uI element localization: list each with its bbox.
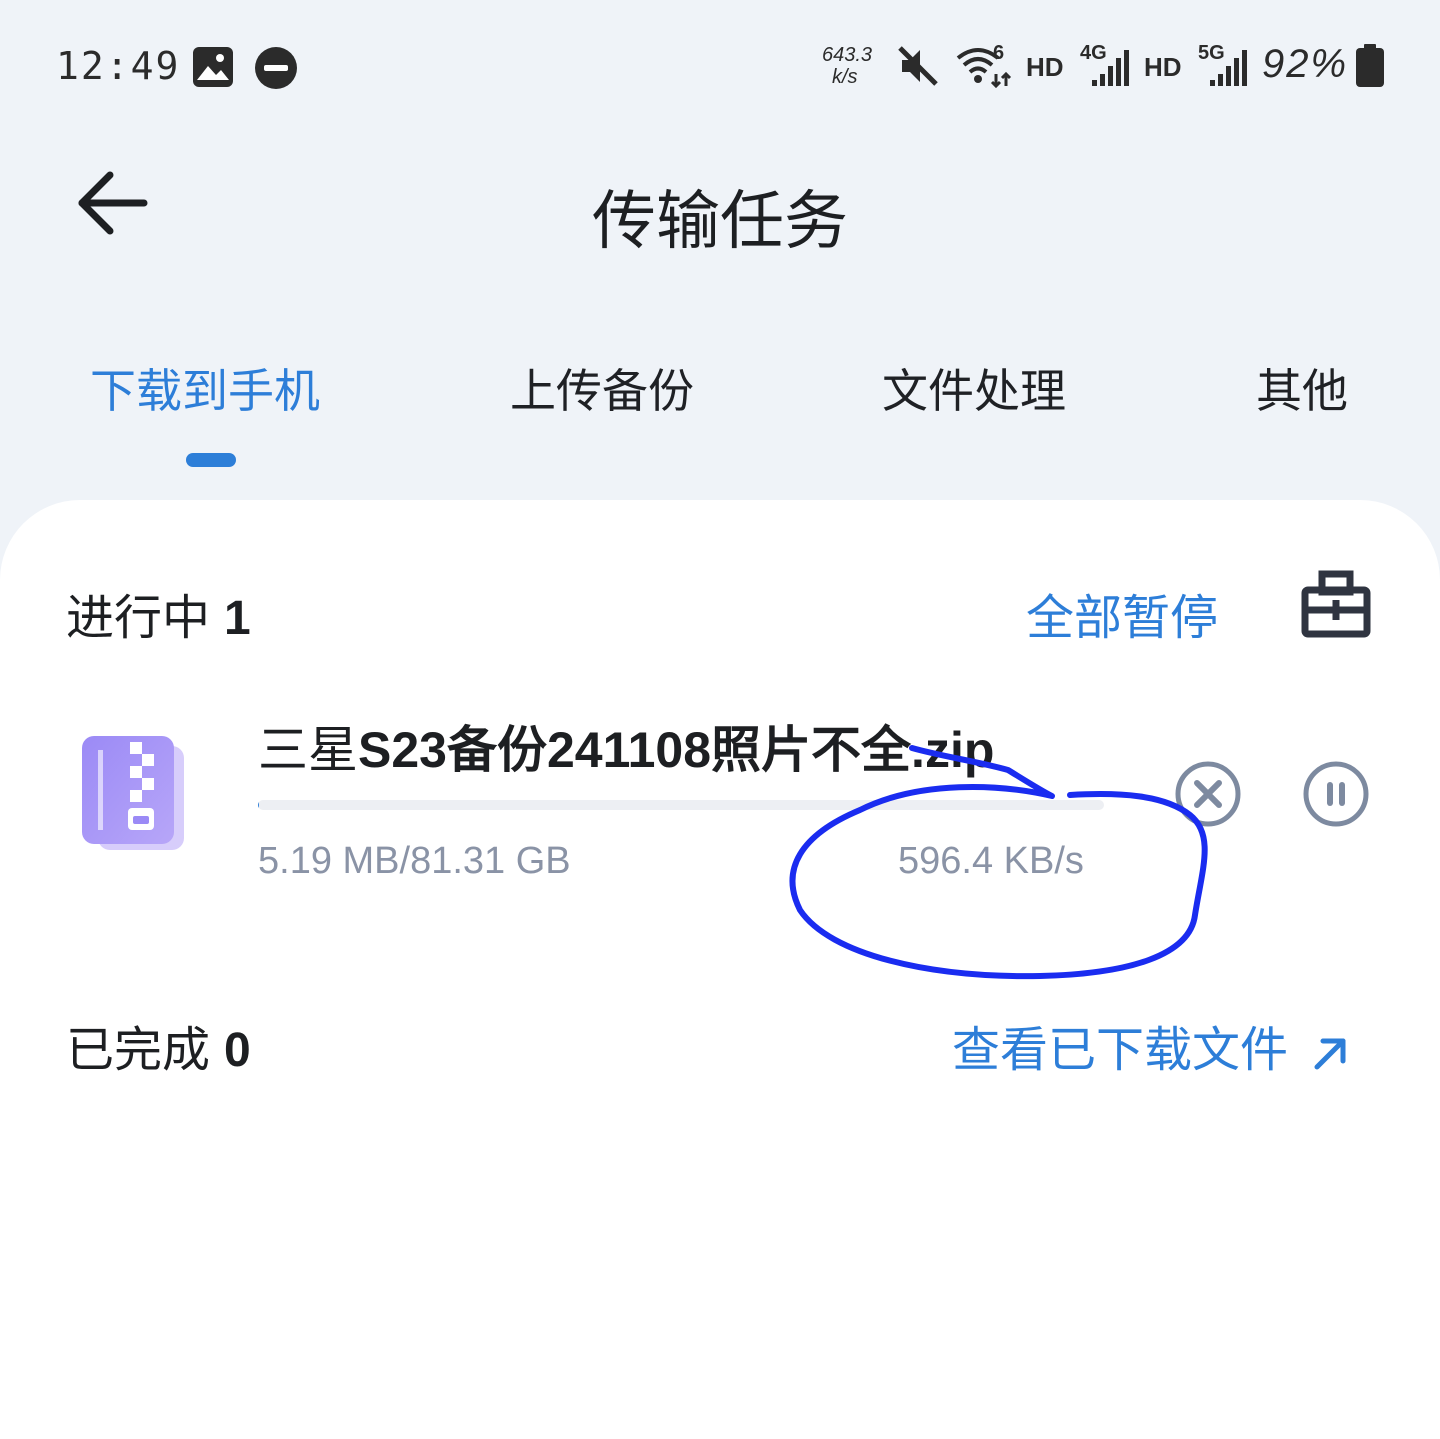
toolbox-icon	[1301, 570, 1371, 638]
mute-icon	[898, 46, 938, 86]
completed-count: 0	[224, 1024, 251, 1077]
pause-icon	[1303, 761, 1369, 827]
toolbox-button[interactable]	[1300, 570, 1372, 644]
status-bar: 12:49 643.3 k/s 6 HD 4G HD 5G 92%	[0, 0, 1440, 130]
active-tab-indicator	[186, 453, 236, 467]
net-speed-value: 643.3	[822, 44, 873, 66]
zip-file-icon	[82, 736, 186, 852]
completed-title: 已完成	[66, 1022, 211, 1078]
signal-icon	[1092, 50, 1129, 86]
pause-all-button[interactable]: 全部暂停	[1026, 578, 1218, 648]
battery-percent: 92%	[1262, 42, 1349, 86]
task-speed: 596.4 KB/s	[898, 840, 1084, 882]
task-file-name-prefix: 三星	[258, 721, 358, 779]
hd-label-1: HD	[1026, 52, 1064, 82]
cancel-task-button[interactable]	[1174, 760, 1242, 832]
task-file-name-rest: S23备份241108照片不全.zip	[358, 722, 995, 778]
in-progress-header: 进行中 1	[66, 578, 251, 648]
tab-upload-backup[interactable]: 上传备份	[510, 355, 694, 421]
status-time: 12:49	[56, 44, 181, 88]
signal-icon	[1210, 50, 1247, 86]
wifi-generation: 6	[993, 42, 1005, 64]
task-file-name: 三星S23备份241108照片不全.zip	[258, 710, 994, 782]
net-speed-unit: k/s	[832, 66, 858, 88]
do-not-disturb-icon	[255, 47, 297, 89]
pause-task-button[interactable]	[1302, 760, 1370, 832]
view-downloaded-files-label: 查看已下载文件	[952, 1022, 1289, 1078]
gallery-icon	[193, 47, 233, 87]
task-size-progress: 5.19 MB/81.31 GB	[258, 840, 571, 882]
in-progress-title: 进行中	[66, 590, 211, 646]
in-progress-count: 1	[224, 592, 251, 645]
page-title: 传输任务	[592, 185, 848, 259]
arrow-up-right-icon	[1314, 1038, 1346, 1070]
battery-icon	[1356, 44, 1384, 87]
hd-label-2: HD	[1144, 52, 1182, 82]
close-circle-icon	[1175, 761, 1241, 827]
wifi-icon	[956, 48, 1012, 88]
tab-download-to-phone[interactable]: 下载到手机	[90, 355, 320, 421]
view-downloaded-files-link[interactable]: 查看已下载文件	[952, 1010, 1351, 1080]
tab-other[interactable]: 其他	[1256, 355, 1348, 421]
completed-header: 已完成 0	[66, 1010, 251, 1080]
tab-file-processing[interactable]: 文件处理	[882, 355, 1066, 421]
task-progress-bar	[258, 800, 1104, 810]
